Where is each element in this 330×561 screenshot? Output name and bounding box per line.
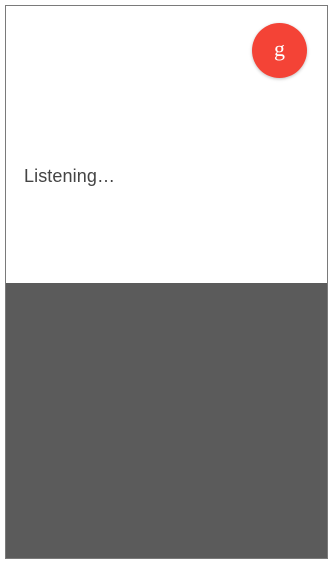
listening-status-text: Listening… <box>24 166 116 186</box>
dimmed-background-overlay[interactable] <box>6 283 327 558</box>
voice-search-screen: Listening… g <box>5 5 328 559</box>
voice-search-panel: Listening… g <box>6 6 327 283</box>
google-g-icon: g <box>274 36 285 61</box>
voice-search-mic-button[interactable]: g <box>252 23 307 78</box>
